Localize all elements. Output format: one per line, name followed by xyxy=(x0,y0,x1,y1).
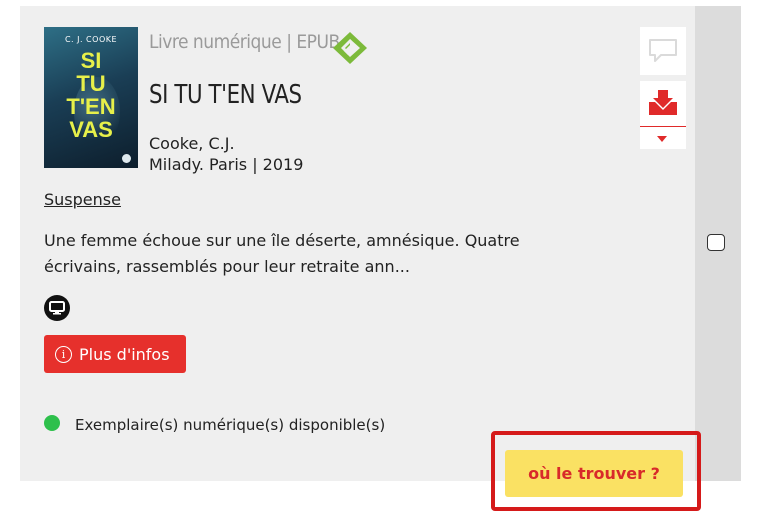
publisher-logo xyxy=(122,154,131,163)
caret-down-icon[interactable] xyxy=(657,136,667,142)
record-publication: Milady. Paris | 2019 xyxy=(149,155,304,174)
more-info-button[interactable]: i Plus d'infos xyxy=(44,335,186,373)
download-divider xyxy=(640,126,686,127)
more-info-label: Plus d'infos xyxy=(79,344,170,364)
cover-title: SI TU T'EN VAS xyxy=(66,48,116,142)
screen-icon xyxy=(44,295,70,321)
comment-icon xyxy=(649,39,677,62)
record-author: Cooke, C.J. xyxy=(149,134,235,153)
comment-button[interactable] xyxy=(640,27,686,75)
format-label: Livre numérique | EPUB xyxy=(149,31,340,53)
book-cover[interactable]: C. J. COOKE SI TU T'EN VAS xyxy=(44,27,138,168)
where-to-find-button[interactable]: où le trouver ? xyxy=(505,450,683,497)
download-icon xyxy=(649,90,677,115)
record-title[interactable]: SI TU T'EN VAS xyxy=(149,80,302,110)
availability-text: Exemplaire(s) numérique(s) disponible(s) xyxy=(75,416,386,434)
select-record-checkbox[interactable] xyxy=(707,234,725,251)
record-summary: Une femme échoue sur une île déserte, am… xyxy=(44,231,520,276)
epub-logo-icon xyxy=(333,32,367,64)
cover-author: C. J. COOKE xyxy=(64,35,118,44)
genre-link[interactable]: Suspense xyxy=(44,190,121,209)
download-button[interactable] xyxy=(640,81,686,149)
info-icon: i xyxy=(55,345,72,363)
availability-indicator xyxy=(44,415,60,431)
